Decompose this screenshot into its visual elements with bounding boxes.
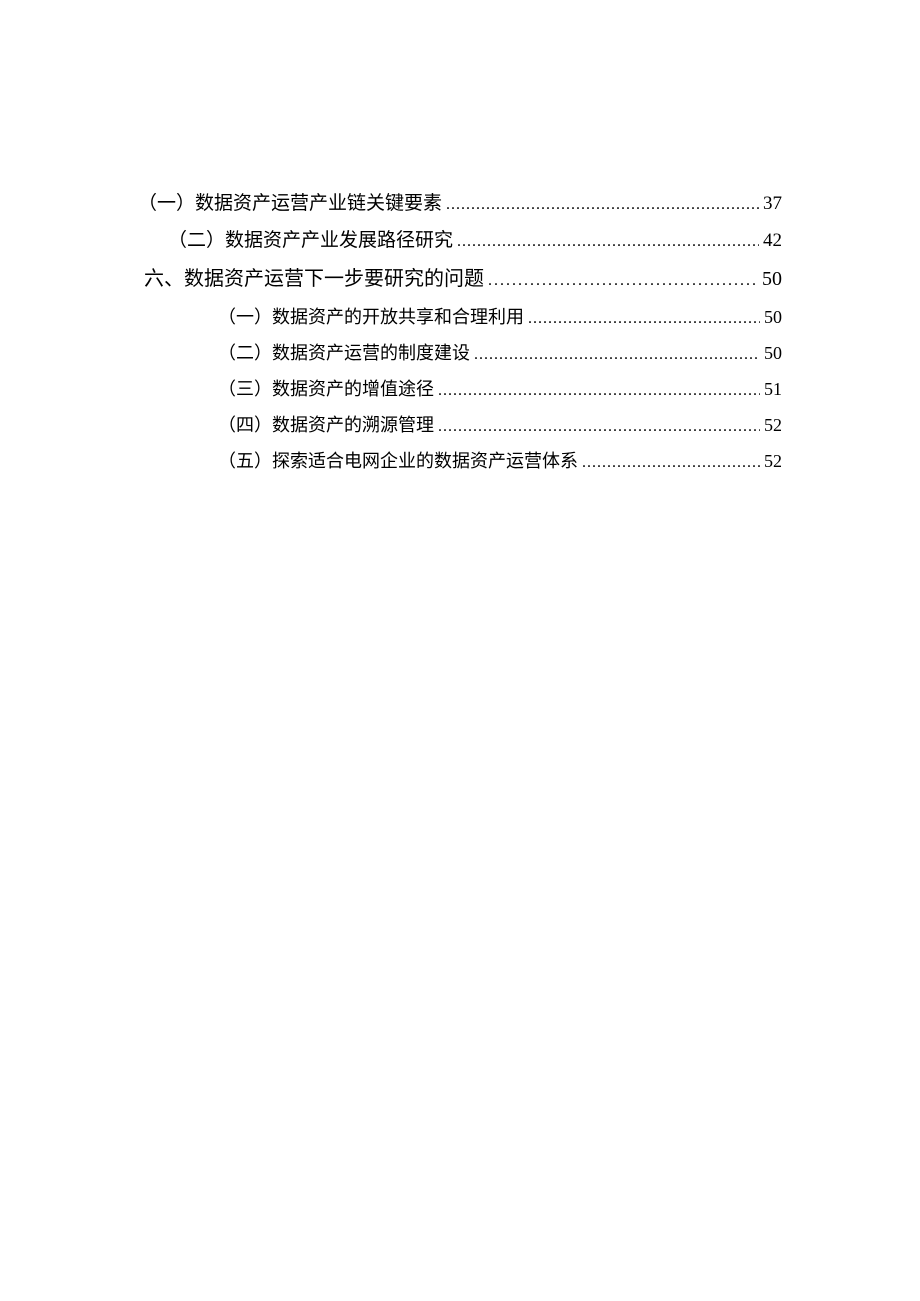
toc-label: （三）数据资产的增值途径 [218,372,434,406]
toc-sub-entry: （二）数据资产运营的制度建设 50 [138,336,782,372]
toc-entry: （一）数据资产运营产业链关键要素 37 [138,186,782,223]
toc-label: （一）数据资产的开放共享和合理利用 [218,300,524,334]
toc-page-number: 50 [762,260,782,298]
toc-page-number: 50 [764,300,782,334]
toc-sub-entry: （一）数据资产的开放共享和合理利用 50 [138,300,782,336]
toc-page-number: 52 [764,444,782,478]
toc-label: （一）数据资产运营产业链关键要素 [138,186,442,222]
toc-label: （五）探索适合电网企业的数据资产运营体系 [218,444,578,478]
toc-sub-entry: （四）数据资产的溯源管理 52 [138,408,782,444]
toc-leader-dots [446,187,759,223]
toc-label: 六、数据资产运营下一步要研究的问题 [144,260,484,298]
toc-leader-dots [528,302,760,336]
document-page: （一）数据资产运营产业链关键要素 37 （二）数据资产产业发展路径研究 42 六… [0,0,920,480]
toc-page-number: 50 [764,336,782,370]
toc-page-number: 37 [763,186,782,222]
toc-leader-dots [582,446,760,480]
toc-page-number: 52 [764,408,782,442]
toc-section-heading: 六、数据资产运营下一步要研究的问题 50 [138,260,782,300]
toc-leader-dots [488,262,758,300]
toc-leader-dots [474,338,760,372]
toc-sub-entry: （五）探索适合电网企业的数据资产运营体系 52 [138,444,782,480]
toc-entry: （二）数据资产产业发展路径研究 42 [138,223,782,260]
toc-leader-dots [438,410,760,444]
toc-label: （四）数据资产的溯源管理 [218,408,434,442]
toc-label: （二）数据资产产业发展路径研究 [168,223,453,259]
toc-leader-dots [457,224,759,260]
toc-sub-entry: （三）数据资产的增值途径 51 [138,372,782,408]
toc-label: （二）数据资产运营的制度建设 [218,336,470,370]
toc-leader-dots [438,374,760,408]
toc-page-number: 42 [763,223,782,259]
toc-page-number: 51 [764,372,782,406]
